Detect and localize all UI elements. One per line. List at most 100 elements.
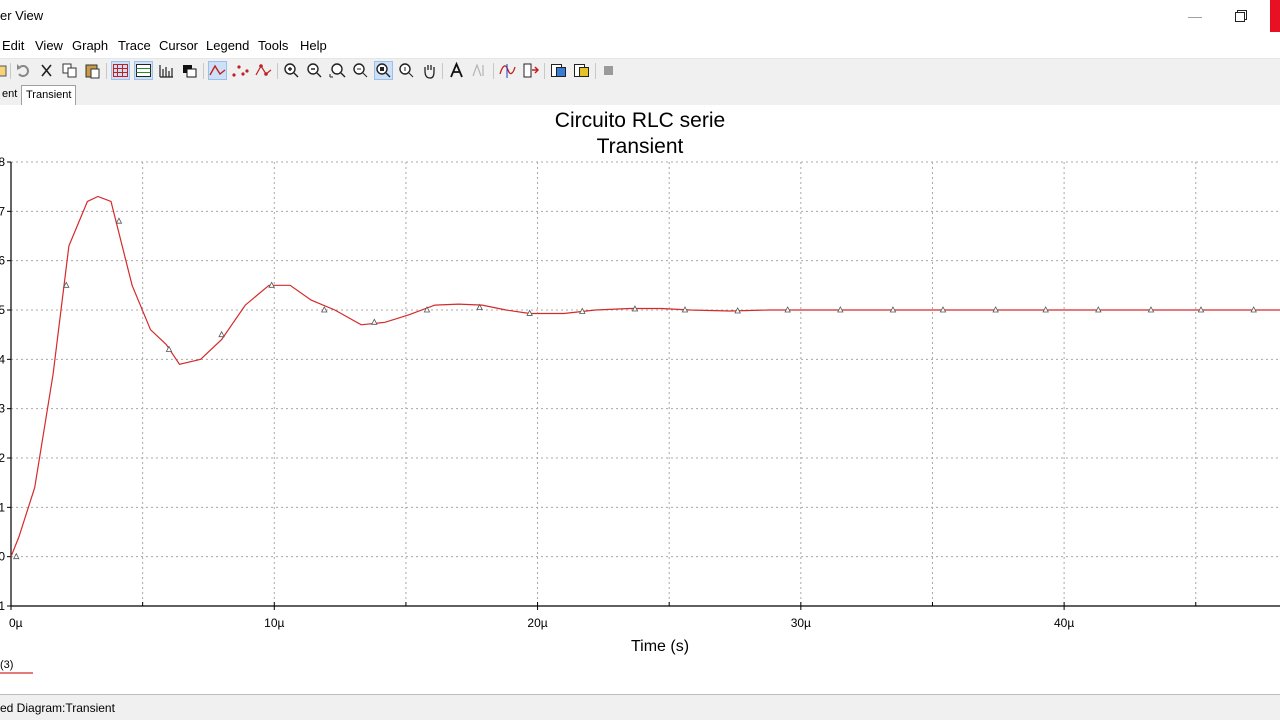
title-bar: er View — (0, 0, 1280, 32)
show-cursors-button[interactable] (471, 62, 488, 79)
export-mathcad-icon (574, 64, 589, 77)
data-marker (115, 217, 123, 224)
chart-subtitle: Transient (597, 135, 684, 158)
menu-help[interactable]: Help (300, 38, 327, 53)
line-trace-button[interactable] (208, 61, 227, 80)
x-axis-label: Time (s) (631, 638, 689, 655)
x-tick-labels: 0µ 10µ 20µ 30µ 40µ (9, 616, 1074, 630)
minimize-icon: — (1188, 8, 1202, 24)
zoom-x-button[interactable] (352, 62, 369, 79)
overview-button[interactable] (158, 62, 175, 79)
line-dot-trace-button[interactable] (255, 62, 272, 79)
zoom-full-button[interactable] (374, 61, 393, 80)
zoom-in-button[interactable] (283, 62, 300, 79)
y-tick-label: 1 (0, 500, 5, 514)
stop-icon (604, 66, 613, 75)
y-tick-label: 7 (0, 204, 5, 218)
zoom-out-icon (307, 63, 322, 78)
zoom-area-icon (329, 63, 346, 78)
x-tick-label: 30µ (791, 616, 811, 630)
select-marks-button[interactable] (522, 62, 539, 79)
undo-icon (17, 64, 29, 77)
pan-button[interactable] (421, 62, 438, 79)
copy-properties-button[interactable] (181, 62, 198, 79)
open-button[interactable] (0, 62, 8, 79)
tab-previous[interactable]: ent (0, 85, 21, 105)
zoom-out-button[interactable] (306, 62, 323, 79)
graph-area[interactable]: Circuito RLC serie Transient 8765432101 … (0, 105, 1280, 693)
data-marker (218, 330, 225, 338)
menu-bar: Edit View Graph Trace Cursor Legend Tool… (0, 35, 1280, 57)
toolbar-separator (10, 63, 11, 79)
pan-icon (424, 65, 435, 79)
dot-trace-button[interactable] (232, 62, 249, 79)
copy-button[interactable] (61, 62, 78, 79)
dot-trace-icon (232, 65, 249, 77)
grid-icon (113, 64, 128, 77)
export-excel-button[interactable] (550, 62, 567, 79)
grid-button[interactable] (111, 61, 130, 80)
stop-button[interactable] (601, 62, 618, 79)
chart-legend: (3) (0, 659, 33, 674)
y-tick-label: 3 (0, 402, 5, 416)
toolbar (0, 58, 1280, 83)
x-tick-label: 10µ (264, 616, 284, 630)
status-bar: ed Diagram:Transient (0, 694, 1280, 720)
menu-legend[interactable]: Legend (206, 38, 249, 53)
data-marker (371, 318, 378, 325)
series-line (10, 195, 1280, 557)
y-tick-label: 2 (0, 451, 5, 465)
menu-trace[interactable]: Trace (118, 38, 151, 53)
legend-label: (3) (0, 659, 13, 671)
copy-properties-icon (183, 65, 197, 78)
zoom-y-button[interactable] (398, 62, 415, 79)
toolbar-separator (277, 63, 278, 79)
transient-chart[interactable]: Circuito RLC serie Transient 8765432101 … (0, 105, 1280, 693)
chart-grid (11, 161, 1280, 606)
overview-icon (159, 65, 173, 78)
zoom-full-icon (376, 63, 391, 78)
cut-button[interactable] (38, 62, 55, 79)
line-dot-trace-icon (255, 64, 272, 76)
x-tick-label: 40µ (1054, 616, 1074, 630)
copy-icon (62, 63, 77, 78)
menu-cursor[interactable]: Cursor (159, 38, 198, 53)
line-trace-icon (209, 64, 226, 76)
x-tick-label: 0µ (9, 616, 23, 630)
menu-graph[interactable]: Graph (72, 38, 108, 53)
cursor-data-button[interactable] (499, 62, 516, 79)
select-marks-icon (523, 63, 539, 78)
zoom-area-button[interactable] (329, 62, 346, 79)
y-tick-label: 8 (0, 155, 5, 169)
export-mathcad-button[interactable] (573, 62, 590, 79)
menu-view[interactable]: View (35, 38, 63, 53)
window-title: er View (0, 8, 44, 23)
toolbar-separator (595, 63, 596, 79)
y-tick-label: 6 (0, 254, 5, 268)
y-tick-labels: 8 7 6 5 4 3 2 1 0 1 (0, 155, 5, 613)
export-excel-icon (551, 64, 566, 77)
tab-transient[interactable]: Transient (21, 85, 77, 106)
close-button[interactable] (1270, 0, 1280, 32)
menu-tools[interactable]: Tools (258, 38, 288, 53)
toolbar-separator (203, 63, 204, 79)
x-tick-label: 20µ (527, 616, 547, 630)
data-marker (13, 552, 20, 560)
y-tick-label: 0 (0, 550, 5, 564)
text-button[interactable] (448, 62, 465, 79)
undo-button[interactable] (15, 62, 32, 79)
chart-title: Circuito RLC serie (555, 109, 725, 132)
restore-button[interactable] (1218, 0, 1264, 32)
data-marker (165, 345, 173, 352)
cut-icon (41, 64, 52, 77)
minimize-button[interactable]: — (1172, 0, 1218, 32)
show-cursors-icon (472, 63, 484, 77)
y-tick-label: 4 (0, 352, 5, 366)
menu-edit[interactable]: Edit (2, 38, 24, 53)
cursor-data-icon (499, 64, 516, 78)
show-legend-icon (136, 64, 151, 77)
show-legend-button[interactable] (134, 61, 153, 80)
toolbar-separator (544, 63, 545, 79)
paste-button[interactable] (84, 62, 101, 79)
status-text: ed Diagram:Transient (0, 701, 115, 715)
